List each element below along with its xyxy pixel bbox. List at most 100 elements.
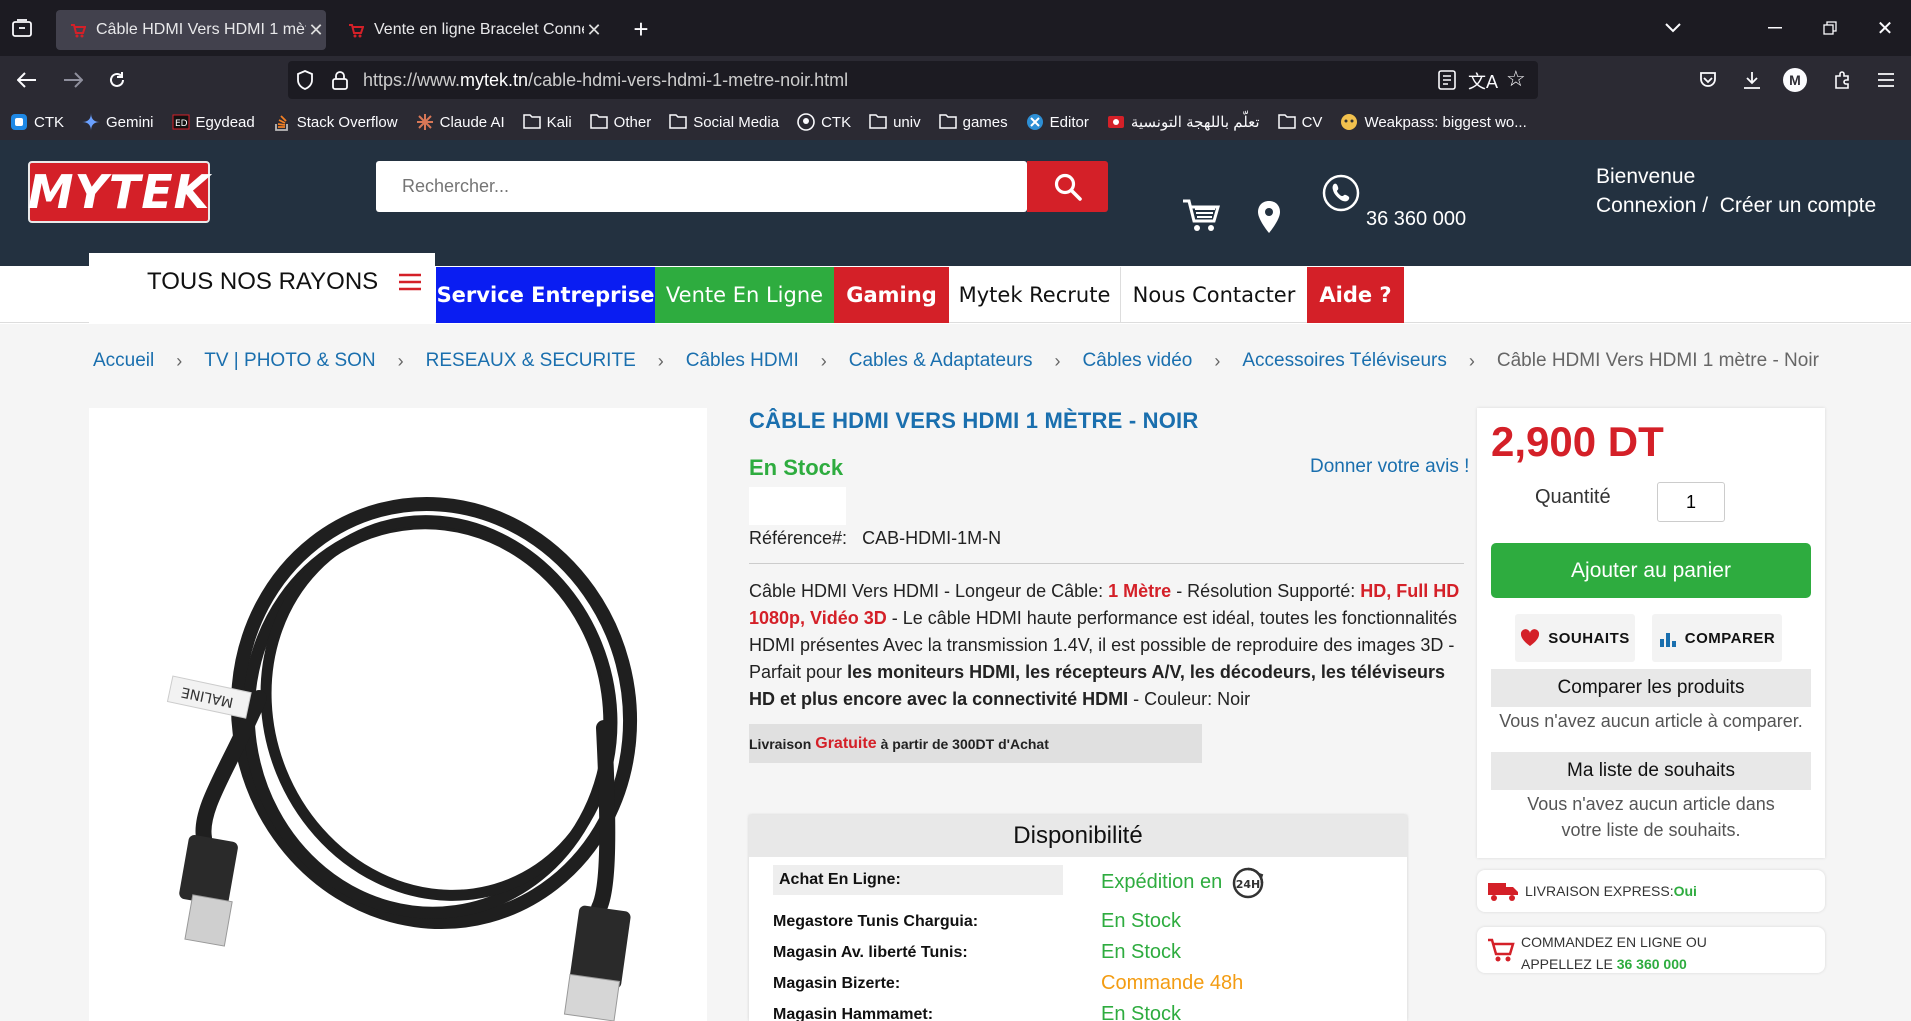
quantity-input[interactable] [1657, 482, 1725, 522]
express-delivery-card: LIVRAISON EXPRESS: Oui [1477, 870, 1825, 912]
bookmark-item[interactable]: CTK [797, 113, 851, 131]
folder-icon [1277, 113, 1296, 131]
reader-view-icon[interactable] [1438, 70, 1456, 90]
menu-gaming[interactable]: Gaming [834, 267, 949, 323]
bookmark-folder[interactable]: Other [589, 113, 651, 131]
mytek-logo[interactable]: MYTEK [28, 161, 210, 223]
bookmark-item[interactable]: Gemini [82, 113, 154, 131]
egydead-icon: ED [172, 113, 190, 131]
order-line2: APPELLEZ LE 36 360 000 [1521, 956, 1687, 972]
chevron-down-icon[interactable] [1658, 14, 1688, 42]
bookmark-item[interactable]: Claude AI [416, 113, 505, 131]
restore-icon[interactable] [1815, 14, 1845, 42]
store-name: Magasin Bizerte: [773, 975, 901, 992]
all-departments-button[interactable]: TOUS NOS RAYONS [89, 253, 435, 323]
back-icon[interactable] [12, 66, 42, 94]
chevron-right-icon: › [397, 350, 404, 371]
tab-active[interactable]: Câble HDMI Vers HDMI 1 mètre ✕ [56, 10, 326, 50]
menu-vente-en-ligne[interactable]: Vente En Ligne [655, 267, 834, 323]
folder-icon [669, 113, 687, 131]
review-link[interactable]: Donner votre avis ! [1310, 456, 1469, 478]
bookmark-item[interactable]: ED Egydead [172, 113, 255, 131]
folder-icon [869, 113, 887, 131]
minimize-icon[interactable] [1760, 14, 1790, 42]
cart-icon[interactable] [1182, 198, 1220, 234]
breadcrumb-link[interactable]: TV | PHOTO & SON [204, 350, 375, 372]
breadcrumb-link[interactable]: Cables & Adaptateurs [849, 350, 1033, 372]
login-link[interactable]: Connexion / [1596, 194, 1708, 217]
gemini-icon [82, 113, 100, 131]
bookmark-star-icon[interactable]: ☆ [1506, 66, 1526, 92]
menu-nous-contacter[interactable]: Nous Contacter [1121, 267, 1307, 323]
phone-icon [1322, 174, 1360, 212]
folder-icon [522, 113, 541, 131]
chevron-right-icon: › [1468, 350, 1475, 371]
wishlist-button[interactable]: SOUHAITS [1515, 614, 1635, 662]
tab-inactive[interactable]: Vente en ligne Bracelet Connec ✕ [334, 10, 604, 50]
cart-icon [1487, 937, 1515, 963]
tab-close-icon[interactable]: ✕ [584, 20, 604, 41]
breadcrumb-link[interactable]: Câbles vidéo [1083, 350, 1193, 372]
tab-list-icon[interactable] [8, 16, 36, 40]
cart-favicon-icon [348, 22, 364, 38]
chevron-right-icon: › [1214, 350, 1221, 371]
breadcrumb-link[interactable]: RESEAUX & SECURITE [426, 350, 636, 372]
reload-icon[interactable] [102, 66, 132, 94]
product-image[interactable]: MALINE [89, 408, 707, 1021]
product-description: Câble HDMI Vers HDMI - Longeur de Câble:… [749, 581, 1460, 709]
wishlist-empty-text: Vous n'avez aucun article dans votre lis… [1527, 794, 1775, 840]
lock-icon[interactable] [332, 70, 348, 90]
tunisian-course-icon [1107, 113, 1125, 131]
folder-icon [938, 113, 957, 131]
search-input[interactable] [376, 161, 1027, 212]
tab-title: Vente en ligne Bracelet Connec [374, 21, 584, 38]
availability-heading: Disponibilité [749, 815, 1407, 857]
add-to-cart-button[interactable]: Ajouter au panier [1491, 543, 1811, 598]
menu-service-entreprise[interactable]: Service Entreprise [436, 267, 655, 323]
product-price: 2,900 DT [1491, 418, 1664, 465]
menu-aide[interactable]: Aide ? [1307, 267, 1404, 323]
store-name: Magasin Av. liberté Tunis: [773, 944, 968, 961]
new-tab-icon[interactable]: + [626, 14, 656, 44]
compare-button[interactable]: COMPARER [1652, 614, 1782, 662]
account-links: Bienvenue Connexion / Créer un compte [1596, 162, 1876, 220]
editor-icon [1026, 113, 1044, 131]
breadcrumb-link[interactable]: Accessoires Téléviseurs [1242, 350, 1447, 372]
menu-mytek-recrute[interactable]: Mytek Recrute [949, 267, 1121, 323]
clock-24h-icon: 24H [1231, 866, 1265, 900]
breadcrumb-link[interactable]: Câbles HDMI [686, 350, 799, 372]
location-pin-icon[interactable] [1257, 200, 1281, 234]
rayons-label: TOUS NOS RAYONS [147, 268, 379, 295]
store-status: En Stock [1101, 910, 1182, 932]
extensions-icon[interactable] [1828, 66, 1856, 94]
store-name: Achat En Ligne: [779, 871, 901, 888]
bookmark-item[interactable]: Weakpass: biggest wo... [1340, 113, 1527, 131]
menu-hamburger-icon[interactable] [1872, 66, 1900, 94]
url-bar[interactable]: https://www.mytek.tn/cable-hdmi-vers-hdm… [288, 61, 1538, 99]
download-icon[interactable] [1738, 66, 1766, 94]
close-window-icon[interactable]: ✕ [1870, 14, 1900, 42]
pocket-icon[interactable] [1694, 66, 1722, 94]
breadcrumb-link[interactable]: Accueil [93, 350, 154, 372]
bookmark-item[interactable]: تعلّم باللهجة التونسية [1107, 113, 1260, 131]
bookmark-item[interactable]: CTK [10, 113, 64, 131]
buy-panel: 2,900 DT Quantité Ajouter au panier SOUH… [1477, 408, 1825, 858]
store-status: Expédition en [1101, 871, 1223, 893]
profile-avatar[interactable]: M [1783, 68, 1807, 92]
bookmark-item[interactable]: Editor [1026, 113, 1089, 131]
store-status: Commande 48h [1101, 972, 1244, 994]
translate-icon[interactable]: 文A [1468, 68, 1498, 94]
bookmark-folder[interactable]: Kali [522, 113, 572, 131]
order-line1: COMMANDEZ EN LIGNE OU [1521, 934, 1707, 950]
bookmark-folder[interactable]: Social Media [669, 113, 779, 131]
search-button[interactable] [1027, 161, 1108, 212]
shield-icon[interactable] [296, 70, 314, 90]
bookmark-item[interactable]: Stack Overflow [273, 113, 398, 131]
forward-icon[interactable] [58, 66, 88, 94]
tab-title: Câble HDMI Vers HDMI 1 mètre [96, 21, 306, 38]
bookmark-folder[interactable]: univ [869, 113, 921, 131]
bookmark-folder[interactable]: CV [1277, 113, 1322, 131]
tab-close-icon[interactable]: ✕ [306, 20, 326, 41]
bookmark-folder[interactable]: games [938, 113, 1008, 131]
register-link[interactable]: Créer un compte [1720, 194, 1876, 217]
